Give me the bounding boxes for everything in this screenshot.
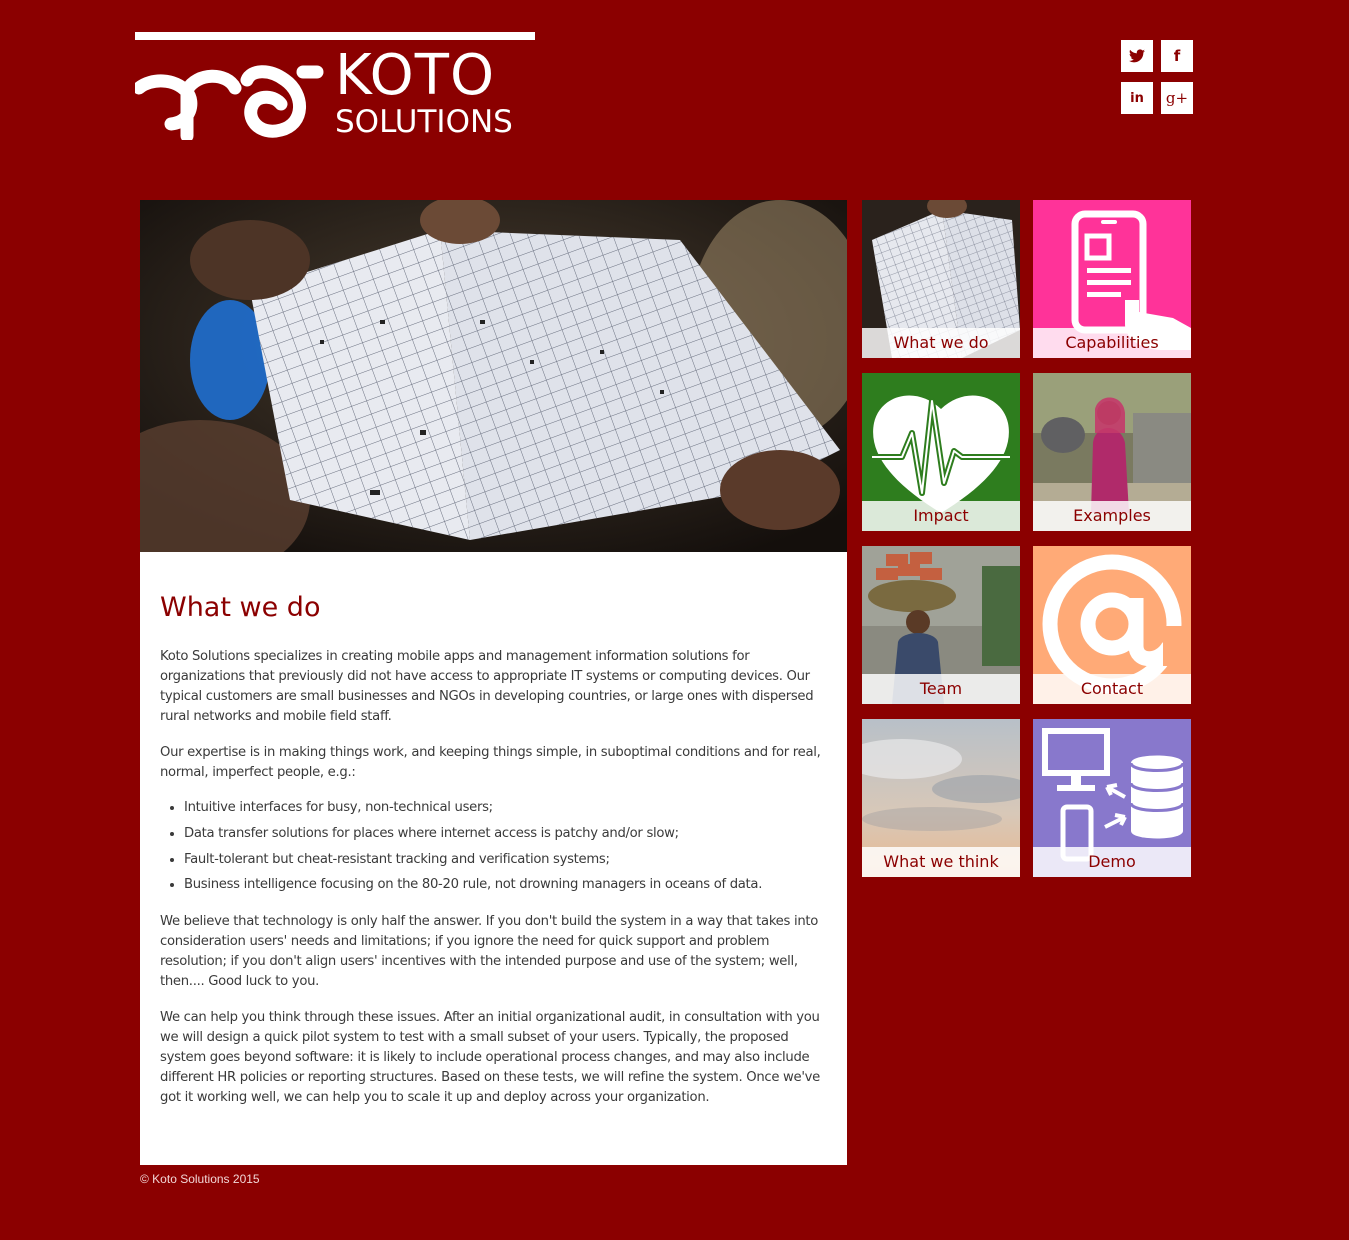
tile-capabilities[interactable]: Capabilities — [1033, 200, 1191, 358]
tile-label: Demo — [1033, 847, 1191, 877]
intro-paragraph: Koto Solutions specializes in creating m… — [160, 649, 814, 724]
page-title: What we do — [160, 592, 321, 623]
tile-impact[interactable]: Impact — [862, 373, 1020, 531]
list-item: Intuitive interfaces for busy, non-techn… — [184, 798, 827, 818]
tile-demo[interactable]: Demo — [1033, 719, 1191, 877]
tile-label: Team — [862, 674, 1020, 704]
tile-what-we-do[interactable]: What we do — [862, 200, 1020, 358]
copyright: © Koto Solutions 2015 — [140, 1172, 260, 1186]
hero-image — [140, 200, 847, 552]
facebook-icon[interactable]: f — [1161, 40, 1193, 72]
process-paragraph: We can help you think through these issu… — [160, 1010, 820, 1106]
tile-contact[interactable]: Contact — [1033, 546, 1191, 704]
tile-team[interactable]: Team — [862, 546, 1020, 704]
tile-label: What we do — [862, 328, 1020, 358]
tile-label: Contact — [1033, 674, 1191, 704]
list-item: Fault-tolerant but cheat-resistant track… — [184, 850, 827, 870]
google-plus-icon[interactable]: g+ — [1161, 82, 1193, 114]
tile-examples[interactable]: Examples — [1033, 373, 1191, 531]
list-item: Data transfer solutions for places where… — [184, 824, 827, 844]
tile-label: Capabilities — [1033, 328, 1191, 358]
bengali-logo-glyph — [135, 65, 324, 140]
list-item: Business intelligence focusing on the 80… — [184, 875, 827, 895]
expertise-paragraph: Our expertise is in making things work, … — [160, 745, 821, 780]
social-links: f in g+ — [1121, 40, 1193, 114]
belief-paragraph: We believe that technology is only half … — [160, 914, 819, 990]
logo-word-koto: KOTO — [335, 43, 496, 108]
tile-label: Examples — [1033, 501, 1191, 531]
expertise-list: Intuitive interfaces for busy, non-techn… — [160, 798, 827, 895]
tile-label: What we think — [862, 847, 1020, 877]
logo[interactable]: KOTO SOLUTIONS — [135, 32, 535, 140]
tile-what-we-think[interactable]: What we think — [862, 719, 1020, 877]
tile-label: Impact — [862, 501, 1020, 531]
twitter-icon[interactable] — [1121, 40, 1153, 72]
linkedin-icon[interactable]: in — [1121, 82, 1153, 114]
logo-word-solutions: SOLUTIONS — [335, 104, 513, 140]
main-content: What we do Koto Solutions specializes in… — [140, 552, 847, 1165]
